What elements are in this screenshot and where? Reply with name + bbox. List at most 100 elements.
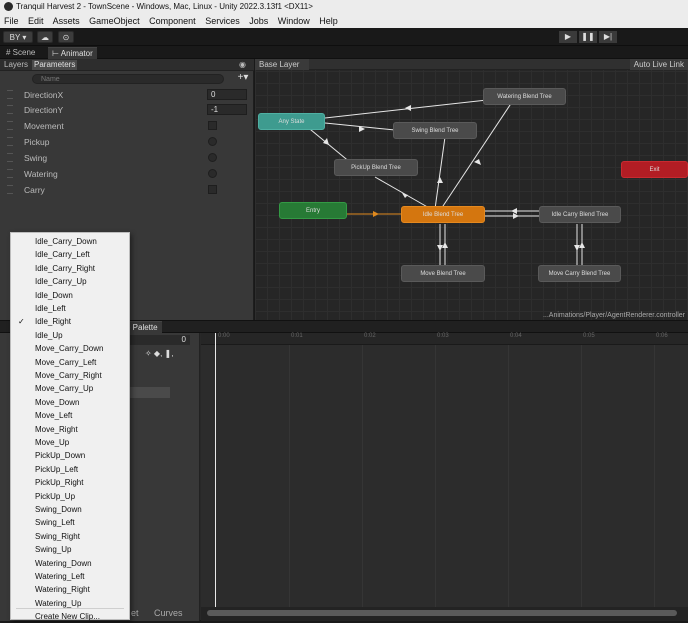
menu-help[interactable]: Help (319, 16, 338, 26)
clip-menu-item[interactable]: Idle_Carry_Right (11, 262, 129, 275)
state-watering-blend-tree[interactable]: Watering Blend Tree (483, 88, 566, 105)
tab-layers[interactable]: Layers (2, 60, 30, 70)
clip-menu-item-label: Idle_Right (35, 317, 72, 327)
unity-logo-icon (4, 2, 13, 12)
clip-menu-item[interactable]: Swing_Right (11, 530, 129, 543)
state-move-blend-tree[interactable]: Move Blend Tree (401, 265, 485, 282)
play-button[interactable]: ▶ (559, 31, 577, 43)
parameter-trigger-radio[interactable] (208, 153, 217, 162)
parameter-row[interactable]: DirectionX 0 (0, 87, 254, 103)
parameter-bool-checkbox[interactable] (208, 185, 217, 194)
state-exit[interactable]: Exit (621, 161, 688, 178)
clip-menu-item[interactable]: PickUp_Up (11, 490, 129, 503)
menu-jobs[interactable]: Jobs (249, 16, 268, 26)
parameter-float-field[interactable]: 0 (207, 89, 247, 100)
transition-idle-to-watering (440, 98, 515, 210)
parameter-row[interactable]: Pickup (0, 134, 254, 150)
clip-menu-item[interactable]: Move_Carry_Down (11, 342, 129, 355)
drag-handle-icon[interactable] (7, 185, 13, 194)
drag-handle-icon[interactable] (7, 90, 13, 99)
collab-settings-icon[interactable]: ⊙ (58, 31, 74, 43)
menu-window[interactable]: Window (278, 16, 310, 26)
window-title: Tranquil Harvest 2 - TownScene - Windows… (16, 2, 313, 11)
grid-line (362, 345, 363, 607)
account-button[interactable]: BY ▾ (3, 31, 33, 43)
clip-menu-item[interactable]: Idle_Carry_Down (11, 235, 129, 248)
parameter-row[interactable]: Watering (0, 166, 254, 182)
state-idle-blend-tree[interactable]: Idle Blend Tree (401, 206, 485, 223)
state-entry[interactable]: Entry (279, 202, 347, 219)
parameter-trigger-radio[interactable] (208, 169, 217, 178)
state-pickup-blend-tree[interactable]: PickUp Blend Tree (334, 159, 418, 176)
clip-menu-item[interactable]: Move_Left (11, 409, 129, 422)
clip-menu-item[interactable]: Move_Up (11, 436, 129, 449)
clip-menu-item[interactable]: Watering_Right (11, 583, 129, 596)
parameter-row[interactable]: Movement (0, 118, 254, 134)
eye-icon[interactable]: ◉ (237, 60, 248, 70)
clip-menu-item[interactable]: Move_Right (11, 423, 129, 436)
transition-idle-to-swing (434, 136, 446, 210)
menu-edit[interactable]: Edit (28, 16, 44, 26)
clip-menu-item[interactable]: Idle_Carry_Up (11, 275, 129, 288)
add-keyframe-icon[interactable]: ✧ ◆, ❚, (145, 349, 173, 358)
playhead[interactable] (215, 333, 216, 607)
timeline-scrollbar[interactable] (201, 607, 688, 621)
tab-scene[interactable]: # Scene (2, 47, 39, 59)
frame-field[interactable]: 0 (130, 335, 190, 345)
clip-menu-item[interactable]: Move_Down (11, 396, 129, 409)
time-tick: 0:05 (583, 333, 595, 339)
clip-menu-item[interactable]: Watering_Left (11, 570, 129, 583)
timeline-area[interactable]: 0:00 0:01 0:02 0:03 0:04 0:05 0:06 (201, 333, 688, 607)
parameter-row[interactable]: Swing (0, 150, 254, 166)
clip-menu-item[interactable]: Watering_Down (11, 557, 129, 570)
clip-menu-item[interactable]: PickUp_Left (11, 463, 129, 476)
grid-line (435, 345, 436, 607)
drag-handle-icon[interactable] (7, 169, 13, 178)
clip-menu-item[interactable]: Idle_Left (11, 302, 129, 315)
menu-component[interactable]: Component (149, 16, 196, 26)
parameter-search-input[interactable]: Name (32, 74, 224, 84)
tab-dopesheet[interactable]: et (131, 608, 139, 618)
cloud-icon[interactable]: ☁ (37, 31, 53, 43)
drag-handle-icon[interactable] (7, 153, 13, 162)
pause-button[interactable]: ❚❚ (579, 31, 597, 43)
create-new-clip-item[interactable]: Create New Clip... (11, 610, 129, 623)
clip-menu-item[interactable]: PickUp_Down (11, 449, 129, 462)
parameter-row[interactable]: DirectionY -1 (0, 102, 254, 118)
property-row[interactable] (130, 387, 170, 398)
state-any-state[interactable]: Any State (258, 113, 325, 130)
tab-curves[interactable]: Curves (154, 608, 183, 618)
clip-menu-item[interactable]: Move_Carry_Up (11, 382, 129, 395)
tab-parameters[interactable]: Parameters (32, 60, 78, 70)
parameter-trigger-radio[interactable] (208, 137, 217, 146)
state-move-carry-blend-tree[interactable]: Move Carry Blend Tree (538, 265, 621, 282)
parameter-bool-checkbox[interactable] (208, 121, 217, 130)
clip-menu-item[interactable]: Move_Carry_Left (11, 356, 129, 369)
parameter-row[interactable]: Carry (0, 182, 254, 198)
clip-menu-item[interactable]: Swing_Up (11, 543, 129, 556)
clip-menu-item-selected[interactable]: ✓ Idle_Right (11, 315, 129, 328)
drag-handle-icon[interactable] (7, 105, 13, 114)
clip-menu-item[interactable]: Move_Carry_Right (11, 369, 129, 382)
add-parameter-button[interactable]: +▾ (234, 72, 252, 84)
clip-menu-item[interactable]: Swing_Down (11, 503, 129, 516)
clip-menu-item[interactable]: Idle_Down (11, 289, 129, 302)
menu-gameobject[interactable]: GameObject (89, 16, 140, 26)
parameter-float-field[interactable]: -1 (207, 104, 247, 115)
menu-assets[interactable]: Assets (53, 16, 80, 26)
menu-file[interactable]: File (4, 16, 19, 26)
state-idle-carry-blend-tree[interactable]: Idle Carry Blend Tree (539, 206, 621, 223)
drag-handle-icon[interactable] (7, 137, 13, 146)
state-swing-blend-tree[interactable]: Swing Blend Tree (393, 122, 477, 139)
scrollbar-thumb[interactable] (207, 610, 677, 616)
clip-menu-item[interactable]: Idle_Carry_Left (11, 248, 129, 261)
step-button[interactable]: ▶| (599, 31, 617, 43)
clip-menu-item[interactable]: Swing_Left (11, 516, 129, 529)
time-ruler[interactable]: 0:00 0:01 0:02 0:03 0:04 0:05 0:06 (201, 333, 688, 345)
time-tick: 0:01 (291, 333, 303, 339)
animator-graph-canvas[interactable]: Base Layer Auto Live Link Any State Wate… (255, 59, 688, 320)
drag-handle-icon[interactable] (7, 121, 13, 130)
clip-menu-item[interactable]: Idle_Up (11, 329, 129, 342)
clip-menu-item[interactable]: PickUp_Right (11, 476, 129, 489)
menu-services[interactable]: Services (205, 16, 240, 26)
